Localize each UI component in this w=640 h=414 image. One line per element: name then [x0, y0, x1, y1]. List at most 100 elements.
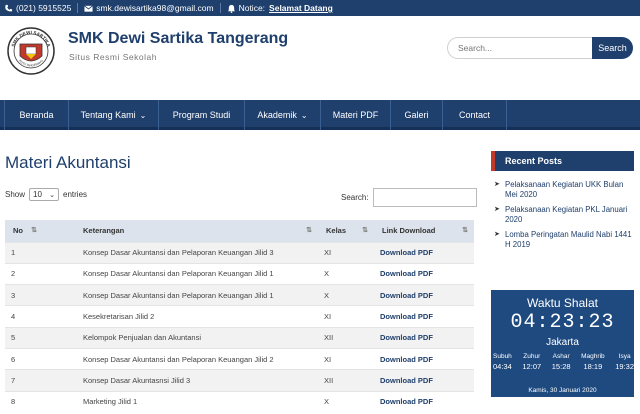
- cell-no: 2: [5, 262, 43, 285]
- col-header-label: Keterangan: [83, 226, 125, 236]
- col-header-link[interactable]: Link Download ⇅: [374, 220, 474, 242]
- recent-posts-list: ➤ Pelaksanaan Kegiatan UKK Bulan Mei 2020…: [491, 180, 636, 255]
- cell-no: 5: [5, 326, 43, 349]
- chevron-down-icon: ⌄: [139, 111, 147, 120]
- cell-no: 7: [5, 369, 43, 392]
- recent-post-item[interactable]: ➤ Pelaksanaan Kegiatan UKK Bulan Mei 2020: [491, 180, 636, 200]
- sort-icon: ⇅: [31, 227, 37, 234]
- cell-keterangan: Konsep Dasar Akuntansi dan Pelaporan Keu…: [43, 241, 318, 264]
- recent-post-link[interactable]: Pelaksanaan Kegiatan PKL Januari 2020: [505, 205, 627, 224]
- nav-item-beranda[interactable]: Beranda: [4, 100, 68, 130]
- prayer-city: Jakarta: [546, 337, 579, 348]
- recent-post-item[interactable]: ➤ Lomba Peringatan Maulid Nabi 1441 H 201…: [491, 230, 636, 250]
- arrow-right-icon: ➤: [494, 231, 500, 238]
- chevron-down-icon: ⌄: [300, 111, 308, 120]
- nav-item-tentang-kami[interactable]: Tentang Kami ⌄: [68, 100, 158, 130]
- cell-keterangan: Konsep Dasar Akuntansi dan Pelaporan Keu…: [43, 262, 318, 285]
- col-header-label: Link Download: [382, 226, 436, 236]
- table-row: 8 Marketing Jilid 1 X Download PDF: [5, 390, 474, 413]
- cell-keterangan: Konsep Dasar Akuntansi dan Pelaporan Keu…: [43, 284, 318, 306]
- arrow-right-icon: ➤: [494, 206, 500, 213]
- prayer-time: 19:32: [615, 362, 634, 371]
- download-pdf-link[interactable]: Download PDF: [374, 241, 474, 264]
- download-pdf-link[interactable]: Download PDF: [374, 390, 474, 413]
- prayer-widget-title: Waktu Shalat: [527, 296, 598, 310]
- arrow-right-icon: ➤: [494, 181, 500, 188]
- prayer-time-maghrib: Maghrib 18:19: [581, 352, 604, 372]
- nav-item-galeri[interactable]: Galeri: [390, 100, 442, 130]
- table-row: 3 Konsep Dasar Akuntansi dan Pelaporan K…: [5, 284, 474, 306]
- top-bar: (021) 5915525 smk.dewisartika98@gmail.co…: [0, 0, 640, 16]
- recent-posts-heading: Recent Posts: [491, 151, 634, 171]
- nav-item-akademik[interactable]: Akademik ⌄: [244, 100, 320, 130]
- prayer-name: Ashar: [552, 353, 570, 360]
- entries-label: entries: [63, 190, 88, 199]
- notice-link[interactable]: Selamat Datang: [269, 3, 333, 13]
- nav-item-materi-pdf[interactable]: Materi PDF: [320, 100, 390, 130]
- cell-kelas: XI: [318, 305, 374, 328]
- entries-control: Show 10 ⌄ entries: [5, 188, 87, 201]
- cell-kelas: XI: [318, 241, 374, 264]
- site-search: Search: [447, 37, 633, 59]
- download-pdf-link[interactable]: Download PDF: [374, 305, 474, 328]
- entries-value: 10: [33, 190, 42, 199]
- email-item[interactable]: smk.dewisartika98@gmail.com: [84, 3, 214, 13]
- table-row: 5 Kelompok Penjualan dan Akuntansi XII D…: [5, 326, 474, 349]
- school-logo[interactable]: SMK DEWI SARTIKA KOTA TANGERANG: [6, 26, 56, 76]
- site-title[interactable]: SMK Dewi Sartika Tangerang: [68, 30, 288, 48]
- nav-item-program-studi[interactable]: Program Studi: [158, 100, 244, 130]
- sort-icon: ⇅: [362, 227, 368, 234]
- prayer-time: 12:07: [522, 362, 542, 371]
- site-search-button[interactable]: Search: [592, 37, 633, 59]
- prayer-date: Kamis, 30 Januari 2020: [528, 387, 597, 394]
- download-pdf-link[interactable]: Download PDF: [374, 326, 474, 349]
- prayer-time: 18:19: [583, 362, 603, 371]
- col-header-no[interactable]: No ⇅: [5, 220, 43, 242]
- nav-item-contact[interactable]: Contact: [442, 100, 506, 130]
- table-row: 2 Konsep Dasar Akuntansi dan Pelaporan K…: [5, 262, 474, 285]
- nav-label: Materi PDF: [332, 110, 379, 120]
- download-pdf-link[interactable]: Download PDF: [374, 262, 474, 285]
- nav-label: Program Studi: [172, 110, 231, 120]
- site-tagline: Situs Resmi Sekolah: [69, 52, 157, 62]
- prayer-times-widget: Waktu Shalat 04:23:23 Jakarta Subuh 04:34…: [491, 285, 634, 397]
- col-header-label: Kelas: [326, 226, 347, 236]
- download-pdf-link[interactable]: Download PDF: [374, 369, 474, 392]
- entries-select[interactable]: 10 ⌄: [29, 188, 60, 201]
- table-row: 7 Konsep Dasar Akuntasnsi Jilid 3 XII Do…: [5, 369, 474, 392]
- prayer-name: Maghrib: [581, 353, 605, 360]
- table-row: 1 Konsep Dasar Akuntansi dan Pelaporan K…: [5, 241, 474, 264]
- cell-keterangan: Konsep Dasar Akuntansi dan Pelaporan Keu…: [43, 347, 318, 370]
- envelope-icon: [84, 4, 94, 13]
- recent-post-item[interactable]: ➤ Pelaksanaan Kegiatan PKL Januari 2020: [491, 205, 636, 225]
- prayer-time-subuh: Subuh 04:34: [493, 352, 512, 372]
- col-header-label: No: [13, 226, 23, 236]
- table-search-input[interactable]: [372, 188, 477, 207]
- site-search-input[interactable]: [447, 37, 592, 59]
- download-pdf-link[interactable]: Download PDF: [374, 347, 474, 370]
- download-pdf-link[interactable]: Download PDF: [374, 284, 474, 306]
- email-link[interactable]: smk.dewisartika98@gmail.com: [96, 3, 213, 13]
- nav-label: Tentang Kami: [80, 110, 136, 120]
- cell-keterangan: Konsep Dasar Akuntasnsi Jilid 3: [43, 369, 318, 392]
- cell-kelas: XII: [318, 326, 374, 349]
- prayer-time: 15:28: [551, 362, 571, 371]
- prayer-time-ashar: Ashar 15:28: [552, 352, 571, 372]
- materi-table: No ⇅ Keterangan ⇅ Kelas ⇅ Link Download ⇅ 1 …: [5, 220, 474, 413]
- cell-kelas: XII: [318, 369, 374, 392]
- col-header-keterangan[interactable]: Keterangan ⇅: [43, 220, 318, 242]
- recent-post-link[interactable]: Lomba Peringatan Maulid Nabi 1441 H 2019: [505, 230, 632, 249]
- recent-post-link[interactable]: Pelaksanaan Kegiatan UKK Bulan Mei 2020: [505, 180, 623, 199]
- col-header-kelas[interactable]: Kelas ⇅: [318, 220, 374, 242]
- table-search-label: Search:: [341, 193, 369, 202]
- topbar-divider: [77, 3, 79, 13]
- notice-label: Notice:: [238, 3, 266, 13]
- prayer-time-isya: Isya 19:32: [615, 352, 634, 372]
- cell-no: 3: [5, 284, 43, 306]
- cell-kelas: XI: [318, 347, 374, 370]
- page-title: Materi Akuntansi: [5, 153, 131, 172]
- topbar-divider: [219, 3, 221, 13]
- prayer-time: 04:34: [493, 362, 512, 371]
- prayer-time-zuhur: Zuhur 12:07: [522, 352, 541, 372]
- main-nav: Beranda Tentang Kami ⌄ Program Studi Akad…: [0, 100, 640, 130]
